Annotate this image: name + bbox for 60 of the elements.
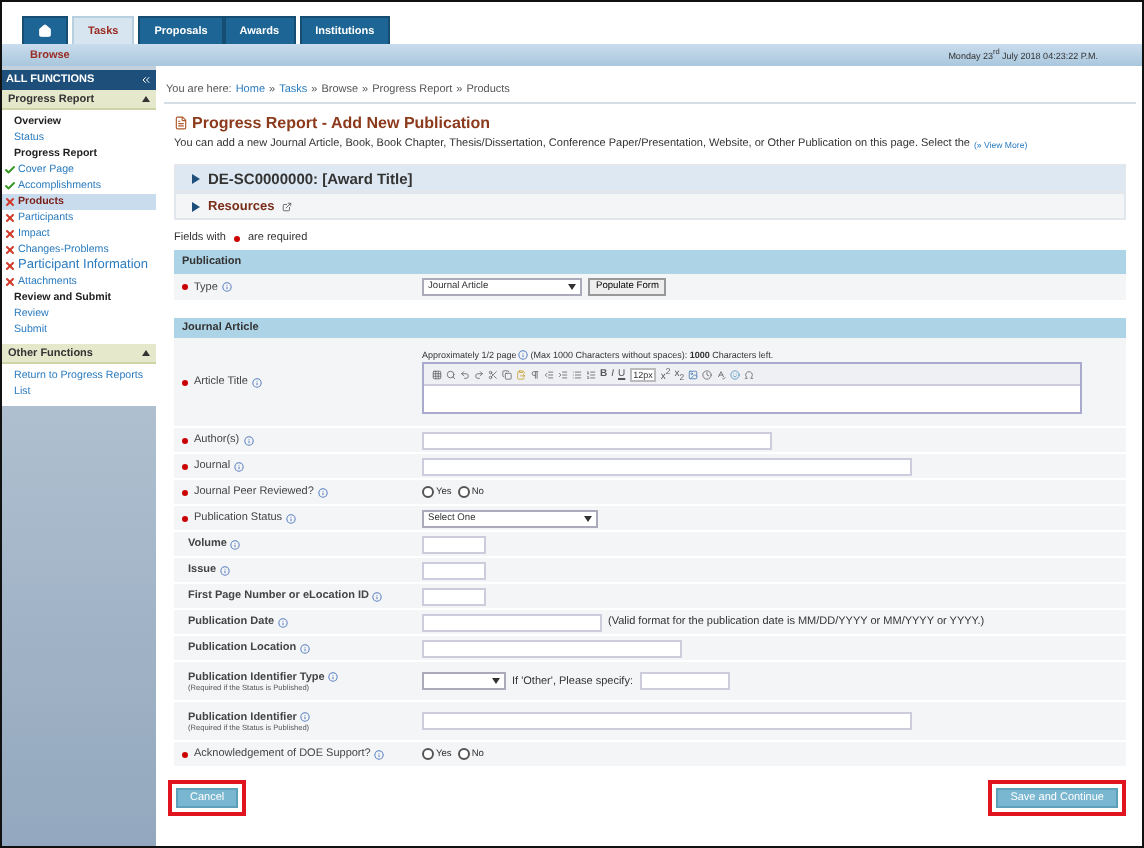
text-field[interactable] [639, 672, 729, 690]
text-field[interactable] [422, 535, 486, 553]
required-icon [182, 463, 188, 469]
required-icon [182, 489, 188, 495]
omega-icon[interactable] [744, 369, 755, 379]
text-field[interactable] [422, 613, 602, 631]
spellcheck-icon[interactable] [716, 369, 727, 379]
required-icon [182, 437, 188, 443]
redo-icon[interactable] [474, 369, 484, 379]
caret-icon[interactable] [568, 284, 576, 290]
info-icon[interactable] [374, 749, 385, 759]
paste-icon[interactable] [516, 369, 526, 379]
cut-icon[interactable] [488, 369, 498, 379]
bullet-list-icon[interactable] [572, 369, 582, 379]
info-icon[interactable] [518, 350, 529, 360]
document-icon [174, 116, 188, 130]
home-tab[interactable] [22, 16, 68, 44]
search-icon[interactable] [446, 369, 456, 379]
clock-icon[interactable] [702, 369, 713, 379]
required-icon [233, 235, 240, 241]
info-icon[interactable] [300, 712, 311, 722]
required-icon [182, 515, 188, 521]
info-icon[interactable] [251, 377, 262, 387]
required-icon [182, 751, 188, 757]
info-icon[interactable] [220, 565, 231, 575]
copy-icon[interactable] [502, 369, 512, 379]
required-icon [182, 379, 188, 385]
info-icon[interactable] [243, 435, 254, 445]
caret-icon[interactable] [584, 515, 592, 521]
table-icon[interactable] [432, 369, 442, 379]
text-field[interactable] [422, 431, 772, 449]
text-field[interactable] [422, 457, 912, 475]
required-icon [182, 284, 188, 290]
collapse-icon[interactable] [140, 74, 152, 86]
numbered-list-icon[interactable] [586, 369, 596, 379]
text-field[interactable] [422, 561, 486, 579]
collapse-arrow-icon[interactable] [142, 350, 150, 356]
caret-icon[interactable] [492, 678, 500, 684]
smiley-icon[interactable] [730, 369, 741, 379]
text-field[interactable] [422, 587, 486, 605]
text-field[interactable] [422, 712, 912, 730]
info-icon[interactable] [328, 672, 339, 682]
info-icon[interactable] [230, 539, 241, 549]
info-icon[interactable] [372, 591, 383, 601]
home-icon[interactable] [38, 24, 52, 38]
info-icon[interactable] [286, 513, 297, 523]
page-title: Progress Report - Add New Publication [192, 114, 491, 132]
info-icon[interactable] [234, 461, 245, 471]
image-icon[interactable] [688, 369, 699, 379]
text-field[interactable] [422, 639, 682, 657]
undo-icon[interactable] [460, 369, 470, 379]
info-icon[interactable] [300, 643, 311, 653]
external-link-icon[interactable] [282, 201, 293, 211]
indent-icon[interactable] [558, 369, 568, 379]
info-icon[interactable] [317, 487, 328, 497]
info-icon[interactable] [221, 282, 232, 292]
info-icon[interactable] [278, 617, 289, 627]
paragraph-icon[interactable] [530, 369, 540, 379]
outdent-icon[interactable] [544, 369, 554, 379]
collapse-arrow-icon[interactable] [142, 96, 150, 102]
